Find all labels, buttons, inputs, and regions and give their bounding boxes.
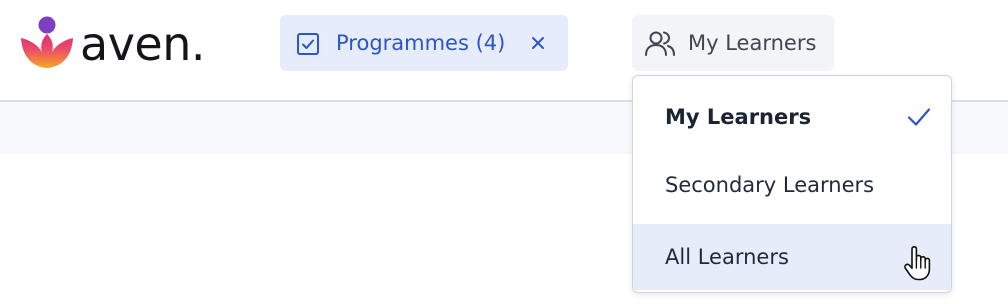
checkmark-icon: [907, 106, 931, 132]
lotus-icon: [21, 16, 73, 68]
learner-scope-menu: My Learners Secondary Learners All Learn…: [632, 75, 952, 293]
menu-item-secondary-learners[interactable]: Secondary Learners: [633, 152, 951, 218]
menu-item-label: Secondary Learners: [665, 173, 875, 197]
learner-scope-dropdown-button[interactable]: My Learners: [632, 15, 834, 71]
menu-item-label: All Learners: [665, 245, 789, 269]
hand-pointer-cursor-icon: [903, 246, 933, 286]
menu-item-label: My Learners: [665, 105, 812, 129]
programmes-chip-label: Programmes (4): [336, 31, 506, 55]
app-logo[interactable]: aven.: [18, 12, 208, 74]
people-icon: [644, 29, 676, 61]
checkbox-checked-icon: [296, 32, 320, 60]
close-icon[interactable]: [530, 35, 546, 55]
learner-scope-label: My Learners: [688, 31, 817, 55]
menu-item-my-learners[interactable]: My Learners: [633, 84, 951, 150]
programmes-filter-chip[interactable]: Programmes (4): [280, 15, 568, 71]
menu-item-all-learners[interactable]: All Learners: [633, 224, 951, 290]
logo-wordmark: aven.: [80, 17, 206, 71]
